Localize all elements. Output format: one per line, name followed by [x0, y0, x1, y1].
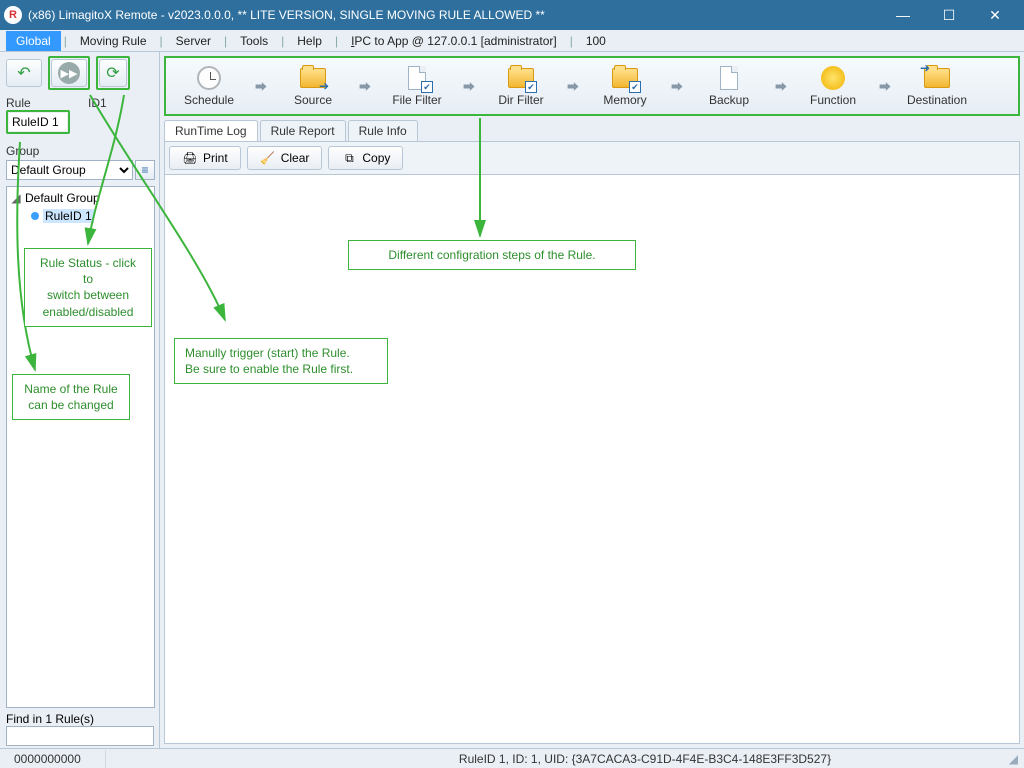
- rule-name-input[interactable]: [9, 113, 67, 131]
- annotation-name: Name of the Rulecan be changed: [12, 374, 130, 420]
- tree-child-label: RuleID 1: [43, 209, 94, 223]
- resize-grip-icon[interactable]: ◢: [1004, 752, 1018, 766]
- find-input[interactable]: [6, 726, 154, 746]
- chevron-right-icon: ⮕: [456, 78, 482, 95]
- menu-help[interactable]: Help: [287, 31, 332, 51]
- step-dir-filter-label: Dir Filter: [498, 93, 543, 107]
- annotation-config-steps: Different configration steps of the Rule…: [348, 240, 636, 270]
- step-destination[interactable]: ➔ Destination: [898, 60, 976, 112]
- clock-icon: [197, 66, 221, 90]
- rule-label: Rule: [6, 96, 88, 110]
- tree-root-node[interactable]: ◢ Default Group: [9, 189, 152, 207]
- main-area: ↶ ▶▶ ⟳ Rule ID1 Group Default Group: [0, 52, 1024, 748]
- chevron-right-icon: ⮕: [248, 78, 274, 95]
- step-destination-label: Destination: [907, 93, 967, 107]
- rule-trigger-button[interactable]: ▶▶: [51, 59, 87, 87]
- printer-icon: 🖨: [182, 150, 198, 166]
- step-file-filter-label: File Filter: [392, 93, 441, 107]
- step-memory[interactable]: ✔ Memory: [586, 60, 664, 112]
- step-schedule[interactable]: Schedule: [170, 60, 248, 112]
- step-function-label: Function: [810, 93, 856, 107]
- group-select[interactable]: Default Group: [6, 160, 133, 180]
- step-source[interactable]: ➔ Source: [274, 60, 352, 112]
- rule-nav-prev-button[interactable]: ↶: [6, 59, 42, 87]
- tree-collapse-icon[interactable]: ◢: [11, 191, 21, 205]
- right-pane: Schedule ⮕ ➔ Source ⮕ ✔ File Filter ⮕ ✔ …: [160, 52, 1024, 748]
- print-label: Print: [203, 151, 228, 165]
- menu-bar: Global | Moving Rule | Server | Tools | …: [0, 30, 1024, 52]
- log-tabs: RunTime Log Rule Report Rule Info: [164, 120, 1020, 141]
- menu-moving-rule[interactable]: Moving Rule: [70, 31, 157, 51]
- status-rule-info: RuleID 1, ID: 1, UID: {3A7CACA3-C91D-4F4…: [286, 752, 1004, 766]
- find-label: Find in 1 Rule(s): [6, 712, 155, 726]
- group-edit-button[interactable]: ≡: [135, 160, 155, 180]
- step-backup[interactable]: Backup: [690, 60, 768, 112]
- play-icon: ▶▶: [58, 62, 80, 84]
- step-schedule-label: Schedule: [184, 93, 234, 107]
- print-button[interactable]: 🖨 Print: [169, 146, 241, 170]
- step-memory-label: Memory: [603, 93, 646, 107]
- menu-ipc-info[interactable]: IPC to App @ 127.0.0.1 [administrator]: [341, 32, 567, 50]
- menu-global[interactable]: Global: [6, 31, 61, 51]
- clear-label: Clear: [281, 151, 310, 165]
- undo-arrow-icon: ↶: [17, 63, 30, 83]
- annotation-trigger: Manully trigger (start) the Rule.Be sure…: [174, 338, 388, 384]
- rule-trigger-highlight: ▶▶: [48, 56, 90, 90]
- step-dir-filter[interactable]: ✔ Dir Filter: [482, 60, 560, 112]
- check-icon: ✔: [525, 81, 537, 93]
- check-icon: ✔: [629, 81, 641, 93]
- chevron-right-icon: ⮕: [664, 78, 690, 95]
- copy-label: Copy: [362, 151, 390, 165]
- step-backup-label: Backup: [709, 93, 749, 107]
- clear-button[interactable]: 🧹 Clear: [247, 146, 323, 170]
- step-source-label: Source: [294, 93, 332, 107]
- rule-name-highlight: [6, 110, 70, 134]
- rule-dot-icon: [31, 212, 39, 220]
- maximize-button[interactable]: ☐: [926, 0, 972, 30]
- step-file-filter[interactable]: ✔ File Filter: [378, 60, 456, 112]
- menu-tools[interactable]: Tools: [230, 31, 278, 51]
- annotation-status: Rule Status - click toswitch betweenenab…: [24, 248, 152, 327]
- log-toolbar: 🖨 Print 🧹 Clear ⧉ Copy: [164, 141, 1020, 175]
- status-counter: 0000000000: [6, 750, 106, 768]
- app-icon: R: [4, 6, 22, 24]
- tab-runtime-log[interactable]: RunTime Log: [164, 120, 258, 141]
- tab-rule-info[interactable]: Rule Info: [348, 120, 418, 141]
- check-icon: ✔: [421, 81, 433, 93]
- window-title: (x86) LimagitoX Remote - v2023.0.0.0, **…: [28, 8, 545, 22]
- title-bar: R (x86) LimagitoX Remote - v2023.0.0.0, …: [0, 0, 1024, 30]
- close-button[interactable]: ✕: [972, 0, 1018, 30]
- chevron-right-icon: ⮕: [352, 78, 378, 95]
- chevron-right-icon: ⮕: [872, 78, 898, 95]
- copy-icon: ⧉: [341, 150, 357, 166]
- menu-server[interactable]: Server: [166, 31, 221, 51]
- gear-icon: [821, 66, 845, 90]
- list-icon: ≡: [142, 163, 149, 177]
- tab-rule-report[interactable]: Rule Report: [260, 120, 346, 141]
- chevron-right-icon: ⮕: [560, 78, 586, 95]
- tree-root-label: Default Group: [25, 191, 100, 205]
- rule-id-label: ID1: [88, 96, 107, 110]
- copy-button[interactable]: ⧉ Copy: [328, 146, 403, 170]
- minimize-button[interactable]: ―: [880, 0, 926, 30]
- rule-status-highlight: ⟳: [96, 56, 130, 90]
- chevron-right-icon: ⮕: [768, 78, 794, 95]
- group-label: Group: [6, 144, 155, 158]
- menu-count: 100: [576, 32, 616, 50]
- step-function[interactable]: Function: [794, 60, 872, 112]
- tree-child-node[interactable]: RuleID 1: [9, 207, 152, 225]
- clear-icon: 🧹: [260, 150, 276, 166]
- status-bar: 0000000000 RuleID 1, ID: 1, UID: {3A7CAC…: [0, 748, 1024, 768]
- config-steps-strip: Schedule ⮕ ➔ Source ⮕ ✔ File Filter ⮕ ✔ …: [164, 56, 1020, 116]
- status-spacer1: [106, 750, 286, 768]
- refresh-icon: ⟳: [106, 63, 119, 83]
- document-icon: [720, 66, 738, 90]
- rule-status-button[interactable]: ⟳: [99, 59, 127, 87]
